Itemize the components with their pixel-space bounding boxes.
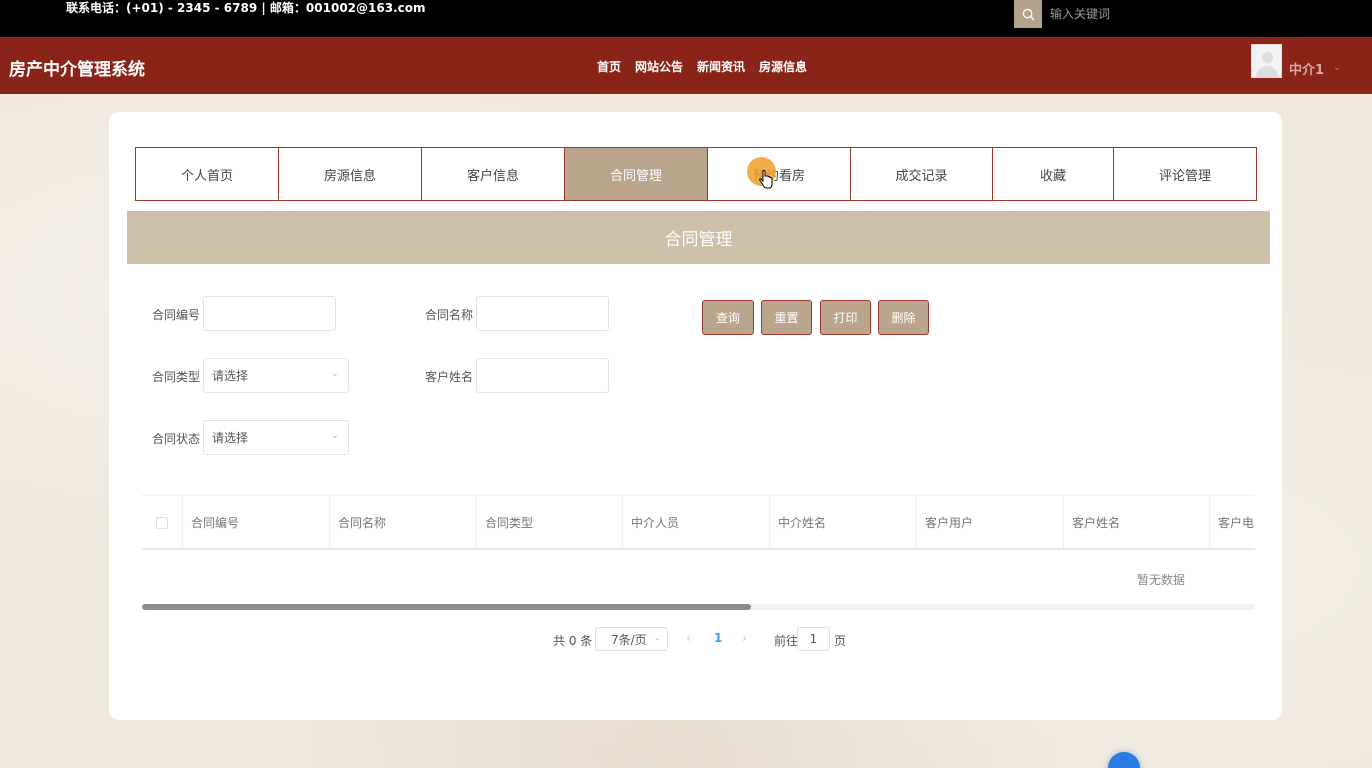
horizontal-scrollbar-thumb[interactable]: [142, 604, 751, 610]
column-header[interactable]: 中介姓名: [770, 496, 917, 548]
column-header[interactable]: 客户电话: [1210, 496, 1255, 548]
tab-viewing-appointments[interactable]: 预约看房: [708, 148, 851, 200]
section-title: 合同管理: [127, 211, 1270, 264]
pagination-goto-label: 前往: [774, 634, 799, 648]
chevron-right-icon[interactable]: ›: [742, 631, 747, 645]
customer-name-input[interactable]: [476, 358, 609, 393]
contact-info: 联系电话：(+01) - 2345 - 6789 | 邮箱：001002@163…: [66, 1, 426, 15]
empty-table-text: 暂无数据: [1137, 573, 1186, 587]
page-size-value: 7条/页: [611, 632, 647, 647]
column-header[interactable]: 合同编号: [183, 496, 330, 548]
contract-type-label: 合同类型: [152, 370, 201, 384]
contract-status-value: 请选择: [212, 431, 249, 445]
table-header: 合同编号 合同名称 合同类型 中介人员 中介姓名 客户用户 客户姓名 客户电话: [142, 495, 1255, 550]
center-tabs: 个人首页 房源信息 客户信息 合同管理 预约看房 成交记录 收藏 评论管理: [135, 147, 1257, 201]
chevron-down-icon: ⌄: [653, 633, 661, 643]
nav-item-announcements[interactable]: 网站公告: [628, 58, 690, 75]
column-header[interactable]: 客户姓名: [1064, 496, 1210, 548]
main-nav: 首页 网站公告 新闻资讯 房源信息: [590, 58, 814, 75]
chevron-left-icon[interactable]: ‹: [686, 631, 691, 645]
tab-deal-records[interactable]: 成交记录: [851, 148, 993, 200]
content-card: [109, 112, 1282, 720]
contract-no-input[interactable]: [203, 296, 336, 331]
tab-personal-home[interactable]: 个人首页: [136, 148, 279, 200]
contract-no-label: 合同编号: [152, 308, 201, 322]
chevron-down-icon: ⌄: [330, 368, 339, 379]
tab-contracts[interactable]: 合同管理: [565, 148, 708, 200]
select-all-checkbox[interactable]: [156, 516, 168, 529]
app-title: 房产中介管理系统: [9, 60, 145, 80]
user-name[interactable]: 中介1: [1289, 59, 1324, 78]
contract-status-label: 合同状态: [152, 432, 201, 446]
search-button[interactable]: [1014, 0, 1042, 28]
page-size-select[interactable]: 7条/页 ⌄: [595, 627, 668, 651]
print-button[interactable]: 打印: [820, 300, 871, 335]
query-button[interactable]: 查询: [702, 300, 754, 335]
hand-cursor-icon: [759, 170, 773, 189]
avatar[interactable]: [1251, 44, 1282, 78]
customer-name-label: 客户姓名: [425, 370, 474, 384]
contract-type-value: 请选择: [212, 369, 249, 383]
reset-button[interactable]: 重置: [761, 300, 812, 335]
search-icon: [1022, 8, 1035, 21]
column-header[interactable]: 客户用户: [917, 496, 1064, 548]
chevron-down-icon: ⌄: [330, 430, 339, 441]
contract-name-input[interactable]: [476, 296, 609, 331]
select-all-cell: [142, 496, 183, 548]
column-header[interactable]: 合同名称: [330, 496, 477, 548]
nav-item-home[interactable]: 首页: [590, 58, 628, 75]
pagination-goto-input[interactable]: [797, 627, 830, 651]
tab-favorites[interactable]: 收藏: [993, 148, 1114, 200]
pagination-page-suffix: 页: [834, 634, 847, 648]
contract-status-select[interactable]: 请选择 ⌄: [203, 420, 349, 455]
site-header: 房产中介管理系统 首页 网站公告 新闻资讯 房源信息: [0, 37, 1372, 94]
tab-listings[interactable]: 房源信息: [279, 148, 422, 200]
search-input[interactable]: [1042, 0, 1372, 28]
contract-name-label: 合同名称: [425, 308, 474, 322]
column-header[interactable]: 合同类型: [477, 496, 623, 548]
tab-customers[interactable]: 客户信息: [422, 148, 565, 200]
nav-item-news[interactable]: 新闻资讯: [690, 58, 752, 75]
avatar-body: [1255, 66, 1278, 77]
pagination-page-1[interactable]: 1: [714, 631, 722, 645]
nav-item-listings[interactable]: 房源信息: [752, 58, 814, 75]
column-header[interactable]: 中介人员: [623, 496, 770, 548]
delete-button[interactable]: 删除: [878, 300, 929, 335]
avatar-head: [1262, 52, 1273, 63]
pagination-total: 共 0 条: [553, 634, 593, 648]
top-bar: 联系电话：(+01) - 2345 - 6789 | 邮箱：001002@163…: [0, 0, 1372, 37]
tab-comments[interactable]: 评论管理: [1114, 148, 1256, 200]
contract-type-select[interactable]: 请选择 ⌄: [203, 358, 349, 393]
chevron-down-icon[interactable]: ⌄: [1333, 62, 1341, 73]
